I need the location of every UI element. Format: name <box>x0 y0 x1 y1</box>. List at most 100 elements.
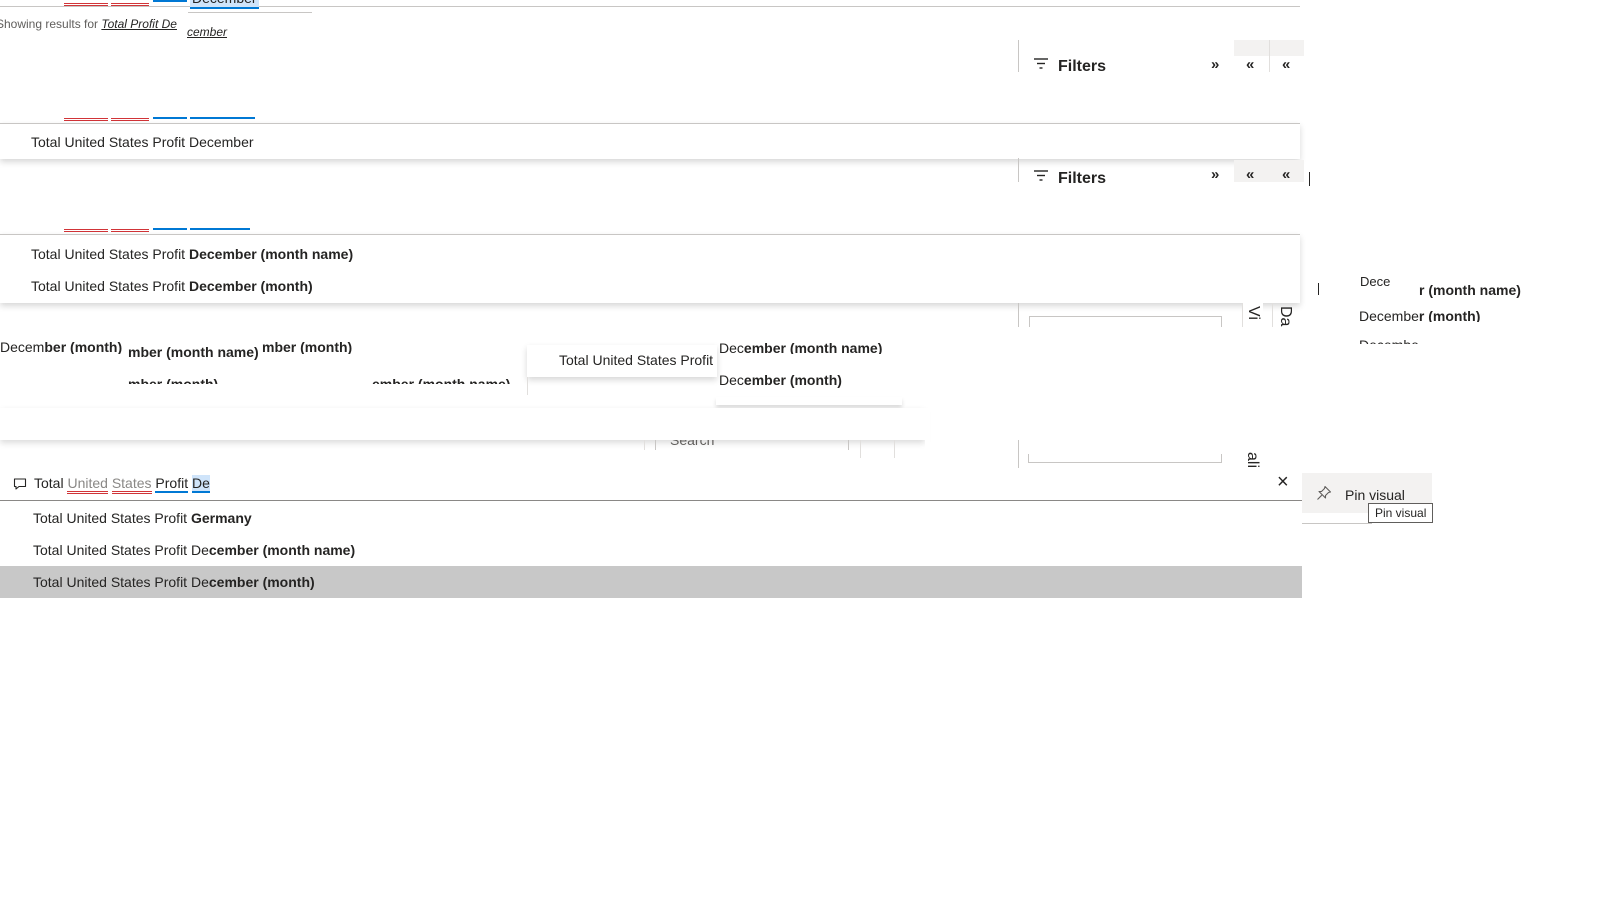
pin-visual-label: Pin visual <box>1345 487 1405 503</box>
pin-icon <box>1317 485 1332 500</box>
spell-underline <box>111 115 149 121</box>
query-word: Total <box>34 475 64 491</box>
suggestion-completion: Germany <box>190 510 252 526</box>
panel-divider <box>1018 158 1019 182</box>
search-box-fragment: Search <box>655 440 849 450</box>
fragment-text: Decembe <box>1359 308 1419 322</box>
spell-underline <box>111 0 149 6</box>
search-placeholder: Search <box>670 440 715 448</box>
query-word-partial: De <box>192 475 210 493</box>
fragment-bold: ember (month name) <box>743 340 883 354</box>
suggestion-item[interactable]: Total United States Profit December (mon… <box>0 534 1302 566</box>
spell-underline <box>64 115 108 121</box>
collapse-pane-icon[interactable]: « <box>1282 166 1290 183</box>
fragment-edge <box>1302 523 1372 524</box>
tab-label: Vi <box>1245 306 1262 320</box>
qa-suggestion-list: Total United States Profit Germany Total… <box>0 502 1302 600</box>
fragment-bold: ber (month) <box>44 339 123 354</box>
suggestion-completion: cember (month) <box>208 574 315 590</box>
suggestion-prefix[interactable]: Total United States Profit <box>559 352 713 368</box>
fragment-line: Decembe <box>1359 337 1419 344</box>
fragment-line: Dece <box>1360 274 1391 288</box>
filters-header[interactable]: Filters <box>1030 160 1150 184</box>
suggestion-completion: December (month) <box>188 278 313 294</box>
suggestion-completion: cember (month name) <box>208 542 356 558</box>
fragment-bold: mber (month name) <box>128 344 259 360</box>
suggestion-item-selected[interactable]: Total United States Profit December (mon… <box>0 566 1302 598</box>
suggestion-item[interactable]: Total United States Profit December <box>31 134 254 150</box>
term-underline <box>190 228 250 230</box>
tab-visualizations[interactable]: Vi <box>1242 303 1263 327</box>
pin-visual-tooltip: Pin visual <box>1368 503 1434 523</box>
chat-icon <box>13 478 27 490</box>
query-word-unrecognized: States <box>111 475 152 494</box>
fragment-underlined: Dece <box>1360 274 1391 288</box>
fragment-line: December (month) <box>719 372 842 388</box>
search-box-bottom <box>1028 454 1222 463</box>
fragment-edge <box>527 377 528 395</box>
qa-input[interactable]: Total United States Profit De <box>34 475 210 494</box>
collapse-pane-icon[interactable]: « <box>1246 166 1254 183</box>
suggestion-prefix: Total United States Profit <box>33 574 191 590</box>
term-underline <box>190 117 255 119</box>
term-underline <box>153 117 187 119</box>
suggestion-list: Total United States Profit December (mon… <box>0 234 1300 303</box>
suggestion-item[interactable]: Total United States Profit December (mon… <box>31 278 313 294</box>
fragment-edge <box>644 440 645 450</box>
tab-label: ali <box>1244 452 1261 469</box>
tab-data[interactable]: Da <box>1272 303 1297 327</box>
suggestion-typed: De <box>190 542 209 558</box>
fragment-text: Dec <box>719 372 744 388</box>
fragment-bold: mber (month) <box>262 339 353 354</box>
term-underline <box>153 0 187 2</box>
pane-divider <box>1269 40 1270 72</box>
suggestion-prefix: Total United States Profit <box>33 542 191 558</box>
fragment-bold: ember (month) <box>743 372 842 388</box>
suggestion-list: Total United States Profit December <box>0 123 1300 159</box>
spell-underline <box>111 226 149 232</box>
showing-results: Showing results for Total Profit De <box>0 17 177 31</box>
suggestion-item[interactable]: Total United States Profit December (mon… <box>31 246 353 262</box>
collapse-pane-icon[interactable]: « <box>1282 56 1290 73</box>
panel-divider <box>1018 440 1019 470</box>
panel-divider <box>1018 303 1019 327</box>
fragment-line: December (month name) <box>719 340 882 354</box>
text-cursor <box>1318 283 1319 295</box>
fragment-text: Decem <box>0 339 45 354</box>
fragment-bold: r (month name) <box>1419 282 1521 298</box>
filters-title: Filters <box>1058 170 1107 184</box>
close-icon[interactable]: × <box>1277 471 1289 494</box>
fragment-line: December (month) <box>0 339 122 354</box>
fragment-text: Dec <box>719 340 744 354</box>
tab-label: Da <box>1277 306 1294 327</box>
expand-filters-icon[interactable]: » <box>1211 166 1219 183</box>
expand-filters-icon[interactable]: » <box>1211 56 1219 73</box>
pane-tab-strip <box>1234 160 1304 182</box>
filters-title: Filters <box>1058 58 1107 74</box>
suggestion-prefix: Total United States Profit <box>31 278 189 294</box>
query-highlight[interactable]: December <box>190 0 259 9</box>
showing-query-link-tail[interactable]: cember <box>187 25 227 39</box>
suggestion-completion: December (month name) <box>188 246 354 262</box>
showing-prefix: Showing results for <box>0 17 99 31</box>
filters-header[interactable]: Filters <box>1030 50 1150 74</box>
query-word-recognized: Profit <box>155 475 189 493</box>
suggestion-item[interactable]: Total United States Profit Germany <box>0 502 1302 534</box>
suggestion-fragment: Total United States Profit <box>527 345 717 377</box>
collapse-pane-icon[interactable]: « <box>1246 56 1254 73</box>
fragment-bold: mber (month) <box>128 376 219 384</box>
suggestion-typed: De <box>190 574 209 590</box>
fragment-line: December (month) <box>1359 308 1480 322</box>
filter-icon <box>1034 58 1048 69</box>
spell-underline <box>64 226 108 232</box>
term-underline <box>153 228 187 230</box>
pane-divider <box>894 440 895 458</box>
showing-query-link[interactable]: Total Profit De <box>101 17 177 31</box>
qa-input-bar[interactable]: Total United States Profit De × <box>0 468 1302 501</box>
pane-divider <box>860 440 861 458</box>
fragment-panel <box>0 408 925 440</box>
fragment-bold: ember (month name) <box>372 376 511 384</box>
fragment-divider <box>188 12 312 13</box>
filter-icon <box>1034 170 1048 181</box>
spell-underline <box>64 0 108 6</box>
